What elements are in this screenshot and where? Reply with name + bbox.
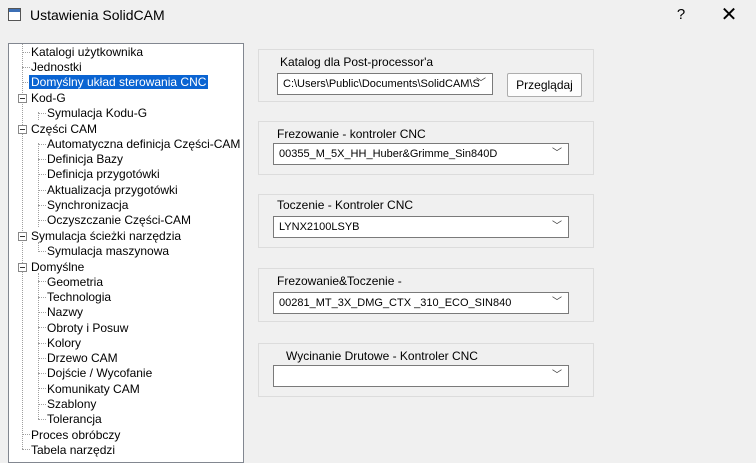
tree-item-symulacja-maszynowa[interactable]: Symulacja maszynowa <box>47 244 169 259</box>
chevron-down-icon: ﹀ <box>552 370 562 381</box>
tree-item-geometria[interactable]: Geometria <box>47 275 103 290</box>
tree-item-aktualizacja-przygotowki[interactable]: Aktualizacja przygotówki <box>47 183 178 198</box>
collapse-icon[interactable] <box>18 94 27 103</box>
turning-label: Toczenie - Kontroler CNC <box>277 198 414 212</box>
tree-connector <box>22 52 30 53</box>
tree-connector <box>22 449 30 450</box>
millturn-label: Frezowanie&Toczenie - <box>277 274 402 288</box>
millturn-controller-value: 00281_MT_3X_DMG_CTX _310_ECO_SIN840 <box>279 297 512 309</box>
milling-controller-value: 00355_M_5X_HH_Huber&Grimme_Sin840D <box>279 148 498 160</box>
tree-item-dojscie-wycofanie[interactable]: Dojście / Wycofanie <box>47 366 152 381</box>
help-button[interactable]: ? <box>668 4 694 26</box>
tree-item-proces-obrobczy[interactable]: Proces obróbczy <box>31 428 120 443</box>
tree-item-tabela-narzedzi[interactable]: Tabela narzędzi <box>31 443 115 458</box>
tree-connector <box>38 327 46 328</box>
tree-item-katalogi-uzytkownika[interactable]: Katalogi użytkownika <box>31 45 143 60</box>
collapse-icon[interactable] <box>18 232 27 241</box>
tree-item-komunikaty-cam[interactable]: Komunikaty CAM <box>47 382 140 397</box>
tree-connector <box>38 205 46 206</box>
milling-controller-select[interactable]: 00355_M_5X_HH_Huber&Grimme_Sin840D ﹀ <box>273 143 569 165</box>
tree-item-domyslne[interactable]: Domyślne <box>31 260 84 275</box>
tree-connector <box>38 358 46 359</box>
tree-item-czesci-cam[interactable]: Części CAM <box>31 122 97 137</box>
tree-item-obroty-i-posuw[interactable]: Obroty i Posuw <box>47 321 128 336</box>
tree-connector <box>22 434 30 435</box>
tree-item-symulacja-sciezki[interactable]: Symulacja ścieżki narzędzia <box>31 229 181 244</box>
collapse-icon[interactable] <box>18 125 27 134</box>
tree-item-synchronizacja[interactable]: Synchronizacja <box>47 198 128 213</box>
tree-item-szablony[interactable]: Szablony <box>47 397 96 412</box>
turning-controller-value: LYNX2100LSYB <box>279 221 360 233</box>
tree-item-drzewo-cam[interactable]: Drzewo CAM <box>47 351 118 366</box>
tree-connector <box>38 113 46 114</box>
turning-controller-select[interactable]: LYNX2100LSYB ﹀ <box>273 216 569 238</box>
tree-item-nazwy[interactable]: Nazwy <box>47 305 83 320</box>
milling-label: Frezowanie - kontroler CNC <box>277 127 426 141</box>
tree-item-tolerancja[interactable]: Tolerancja <box>47 412 102 427</box>
tree-item-kolory[interactable]: Kolory <box>47 336 81 351</box>
app-window-icon <box>8 8 21 21</box>
wirecut-label: Wycinanie Drutowe - Kontroler CNC <box>286 349 478 363</box>
chevron-down-icon: ﹀ <box>552 148 562 159</box>
tree-connector <box>38 312 46 313</box>
window-title: Ustawienia SolidCAM <box>30 7 165 23</box>
title-bar: Ustawienia SolidCAM ? ✕ <box>0 0 756 32</box>
tree-connector <box>38 343 46 344</box>
tree-connector <box>22 44 23 449</box>
tree-item-definicja-bazy[interactable]: Definicja Bazy <box>47 152 123 167</box>
tree-connector <box>38 190 46 191</box>
tree-item-automatyczna-definicja[interactable]: Automatyczna definicja Części-CAM <box>47 137 240 152</box>
tree-connector <box>22 67 30 68</box>
tree-connector <box>38 220 46 221</box>
chevron-down-icon: ﹀ <box>552 221 562 232</box>
browse-button[interactable]: Przeglądaj <box>507 73 582 97</box>
settings-tree[interactable]: Katalogi użytkownika Jednostki Domyślny … <box>8 43 244 463</box>
tree-connector <box>38 159 46 160</box>
postprocessor-path-value: C:\Users\Public\Documents\SolidCAM\S <box>283 78 480 90</box>
wirecut-controller-select[interactable]: ﹀ <box>273 365 569 387</box>
tree-connector <box>38 419 46 420</box>
tree-connector <box>38 251 46 252</box>
close-button[interactable]: ✕ <box>714 4 744 26</box>
postprocessor-path-select[interactable]: C:\Users\Public\Documents\SolidCAM\S ﹀ <box>277 73 493 95</box>
tree-item-technologia[interactable]: Technologia <box>47 290 111 305</box>
tree-connector <box>38 174 46 175</box>
tree-item-domyslny-uklad-sterowania-cnc[interactable]: Domyślny układ sterowania CNC <box>29 75 209 90</box>
tree-connector <box>38 281 46 282</box>
tree-connector <box>38 144 46 145</box>
tree-connector <box>38 373 46 374</box>
chevron-down-icon: ﹀ <box>476 78 486 89</box>
millturn-controller-select[interactable]: 00281_MT_3X_DMG_CTX _310_ECO_SIN840 ﹀ <box>273 292 569 314</box>
postprocessor-label: Katalog dla Post-processor'a <box>280 55 434 69</box>
collapse-icon[interactable] <box>18 263 27 272</box>
tree-connector <box>38 143 39 227</box>
tree-item-jednostki[interactable]: Jednostki <box>31 60 82 75</box>
chevron-down-icon: ﹀ <box>552 297 562 308</box>
tree-connector <box>38 297 46 298</box>
tree-item-oczyszczanie[interactable]: Oczyszczanie Części-CAM <box>47 213 191 228</box>
tree-item-definicja-przygotowki[interactable]: Definicja przygotówki <box>47 167 160 182</box>
tree-item-symulacja-kodu-g[interactable]: Symulacja Kodu-G <box>47 106 147 121</box>
tree-connector <box>38 273 39 419</box>
tree-connector <box>38 404 46 405</box>
tree-item-kod-g[interactable]: Kod-G <box>31 91 66 106</box>
tree-connector <box>38 388 46 389</box>
